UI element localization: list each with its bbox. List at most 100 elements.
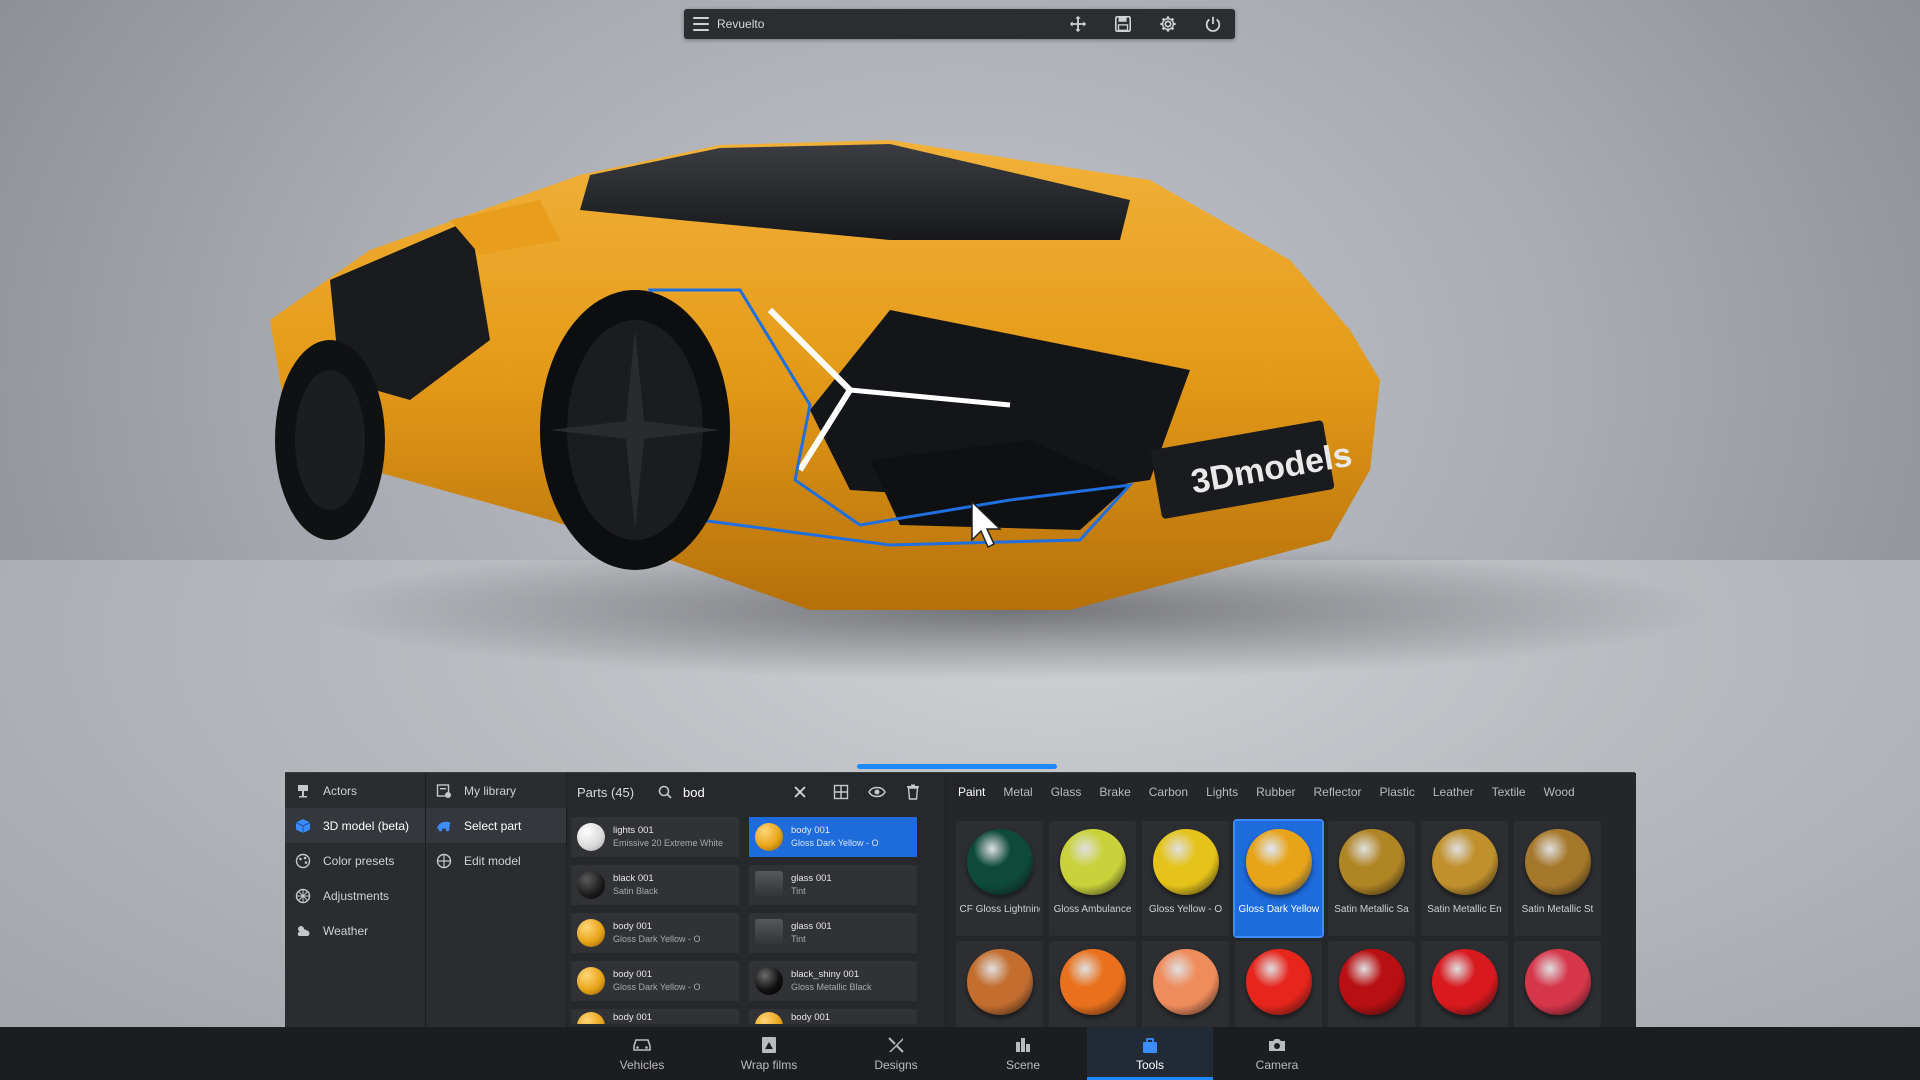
tab-carbon[interactable]: Carbon bbox=[1149, 785, 1188, 799]
tab-wood[interactable]: Wood bbox=[1544, 785, 1575, 799]
material-sphere bbox=[1245, 829, 1312, 895]
material-swatch[interactable]: Satin Metallic En bbox=[1421, 821, 1508, 936]
subnav-select-part[interactable]: Select part bbox=[426, 808, 566, 843]
part-name: lights 001 bbox=[613, 825, 654, 836]
material-sphere bbox=[1152, 829, 1219, 895]
part-name: body 001 bbox=[613, 969, 653, 980]
nav-actors[interactable]: Actors bbox=[285, 773, 425, 808]
dock-scene-label: Scene bbox=[1005, 1058, 1041, 1072]
parts-search-input[interactable] bbox=[681, 783, 785, 801]
library-icon bbox=[436, 783, 452, 799]
nav-weather[interactable]: Weather bbox=[285, 913, 425, 948]
tools-panel: Actors 3D model (beta) Color presets Adj… bbox=[285, 772, 1636, 1056]
part-material-swatch bbox=[755, 871, 783, 899]
window-title: Revuelto bbox=[717, 17, 765, 31]
tab-lights[interactable]: Lights bbox=[1206, 785, 1238, 799]
part-material: Tint bbox=[791, 934, 806, 944]
material-sphere bbox=[1431, 829, 1498, 895]
wrap-films-icon bbox=[758, 1035, 780, 1055]
adjustments-icon bbox=[295, 888, 311, 904]
subnav-select-part-label: Select part bbox=[464, 818, 522, 833]
nav-color-presets[interactable]: Color presets bbox=[285, 843, 425, 878]
material-sphere bbox=[1059, 829, 1126, 895]
part-material-swatch bbox=[755, 919, 783, 947]
material-swatch[interactable]: Satin Metallic Sa bbox=[1328, 821, 1415, 936]
part-name: body 001 bbox=[791, 1012, 831, 1023]
nav-3d-model[interactable]: 3D model (beta) bbox=[285, 808, 425, 843]
part-material: Gloss Dark Yellow - O bbox=[613, 934, 701, 944]
tab-paint[interactable]: Paint bbox=[958, 785, 985, 799]
subnav-my-library[interactable]: My library bbox=[426, 773, 566, 808]
hamburger-menu-icon[interactable] bbox=[693, 17, 709, 31]
material-sphere bbox=[1245, 949, 1312, 1015]
tab-brake[interactable]: Brake bbox=[1099, 785, 1130, 799]
tab-leather[interactable]: Leather bbox=[1433, 785, 1474, 799]
grid-view-icon[interactable] bbox=[823, 777, 859, 807]
material-swatch[interactable]: Satin Metallic St bbox=[1514, 821, 1601, 936]
dock-camera[interactable]: Camera bbox=[1214, 1027, 1340, 1080]
material-swatch[interactable]: CF Gloss Lightning bbox=[956, 821, 1043, 936]
dock-vehicles-label: Vehicles bbox=[619, 1058, 665, 1072]
visibility-eye-icon[interactable] bbox=[859, 777, 895, 807]
part-item[interactable]: glass 001 Tint bbox=[749, 913, 917, 953]
part-material-swatch bbox=[577, 919, 605, 947]
part-item[interactable]: body 001 bbox=[571, 1009, 739, 1024]
part-name: glass 001 bbox=[791, 873, 832, 884]
part-material-swatch bbox=[577, 871, 605, 899]
part-item[interactable]: lights 001 Emissive 20 Extreme White bbox=[571, 817, 739, 857]
material-sphere bbox=[966, 829, 1033, 895]
tab-glass[interactable]: Glass bbox=[1051, 785, 1082, 799]
material-sphere bbox=[1059, 949, 1126, 1015]
mouse-cursor-icon bbox=[971, 500, 1002, 549]
material-swatch[interactable]: Gloss Yellow - O bbox=[1142, 821, 1229, 936]
tab-textile[interactable]: Textile bbox=[1492, 785, 1526, 799]
part-item[interactable]: body 001 Gloss Dark Yellow - O bbox=[571, 913, 739, 953]
material-label: Gloss Dark Yellow bbox=[1238, 904, 1319, 915]
designs-icon bbox=[885, 1035, 907, 1055]
part-item[interactable]: body 001 bbox=[749, 1009, 917, 1024]
subnav-edit-model[interactable]: Edit model bbox=[426, 843, 566, 878]
part-material: Tint bbox=[791, 886, 806, 896]
part-material: Satin Black bbox=[613, 886, 659, 896]
cube-icon bbox=[295, 818, 311, 834]
part-item[interactable]: body 001 Gloss Dark Yellow - O bbox=[571, 961, 739, 1001]
power-icon[interactable] bbox=[1190, 9, 1235, 39]
part-name: black_shiny 001 bbox=[791, 969, 860, 980]
delete-trash-icon[interactable] bbox=[895, 777, 931, 807]
dock-designs[interactable]: Designs bbox=[833, 1027, 959, 1080]
part-name: black 001 bbox=[613, 873, 654, 884]
clear-search-icon[interactable] bbox=[791, 783, 809, 801]
dock-wrap-films[interactable]: Wrap films bbox=[706, 1027, 832, 1080]
material-sphere bbox=[1524, 829, 1591, 895]
part-item[interactable]: black_shiny 001 Gloss Metallic Black bbox=[749, 961, 917, 1001]
material-swatch-selected[interactable]: Gloss Dark Yellow bbox=[1233, 819, 1324, 938]
dock-tools-label: Tools bbox=[1135, 1058, 1164, 1072]
car-3d-viewport[interactable]: 3Dmodels bbox=[250, 140, 1710, 700]
tab-plastic[interactable]: Plastic bbox=[1380, 785, 1415, 799]
material-swatch[interactable]: Gloss Ambulance bbox=[1049, 821, 1136, 936]
move-icon[interactable] bbox=[1055, 9, 1100, 39]
panel-drag-indicator[interactable] bbox=[857, 764, 1057, 769]
weather-icon bbox=[295, 923, 311, 939]
part-material-swatch bbox=[577, 967, 605, 995]
part-name: glass 001 bbox=[791, 921, 832, 932]
dock-camera-label: Camera bbox=[1255, 1058, 1299, 1072]
part-material-swatch bbox=[755, 967, 783, 995]
part-name: body 001 bbox=[613, 1012, 653, 1023]
part-item-selected[interactable]: body 001 Gloss Dark Yellow - O bbox=[749, 817, 917, 857]
model-subnav: My library Select part Edit model bbox=[426, 773, 567, 1028]
part-item[interactable]: black 001 Satin Black bbox=[571, 865, 739, 905]
settings-gear-icon[interactable] bbox=[1145, 9, 1190, 39]
tab-rubber[interactable]: Rubber bbox=[1256, 785, 1295, 799]
part-item[interactable]: glass 001 Tint bbox=[749, 865, 917, 905]
dock-vehicles[interactable]: Vehicles bbox=[579, 1027, 705, 1080]
dock-scene[interactable]: Scene bbox=[960, 1027, 1086, 1080]
car-icon bbox=[631, 1035, 653, 1055]
dock-tools[interactable]: Tools bbox=[1087, 1027, 1213, 1080]
tab-reflector[interactable]: Reflector bbox=[1314, 785, 1362, 799]
select-part-icon bbox=[436, 818, 452, 834]
nav-adjustments[interactable]: Adjustments bbox=[285, 878, 425, 913]
tab-metal[interactable]: Metal bbox=[1003, 785, 1032, 799]
material-label: Gloss Ambulance bbox=[1053, 904, 1132, 915]
save-icon[interactable] bbox=[1100, 9, 1145, 39]
